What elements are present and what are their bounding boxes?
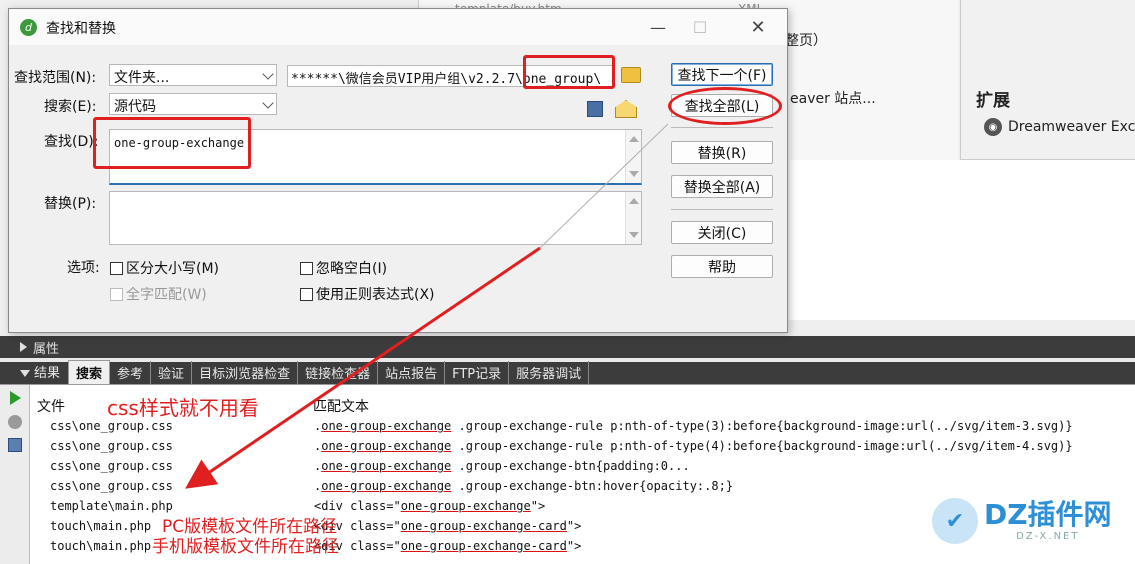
column-header-file[interactable]: 文件 [37,396,65,416]
result-row-match[interactable]: .one-group-exchange .group-exchange-rule… [314,439,1073,453]
browse-folder-icon[interactable] [621,67,641,83]
load-query-icon[interactable] [615,100,637,118]
result-row-file[interactable]: template\main.php [50,499,173,513]
dialog-title: 查找和替换 [46,21,116,37]
collapse-triangle-icon[interactable] [20,370,30,377]
result-row-match[interactable]: .one-group-exchange .group-exchange-rule… [314,419,1073,433]
results-panel-bar: 结果 搜索 参考 验证 目标浏览器检查 链接检查器 站点报告 FTP记录 服务器… [0,360,1135,384]
background-partial-text: 整页） [785,33,827,49]
find-scrollbar[interactable] [625,130,641,183]
find-all-highlight-ellipse [668,87,782,125]
maximize-icon[interactable]: ☐ [683,15,717,39]
find-highlight-box [93,117,251,169]
site-watermark: ✔ DZ插件网 DZ-X.NET [932,498,1112,544]
replace-textarea[interactable] [109,191,642,245]
tab-site-reports[interactable]: 站点报告 [378,361,446,384]
scope-select-value: 文件夹... [114,70,170,86]
save-report-icon[interactable] [8,438,22,452]
find-label: 查找(D): [44,134,99,150]
search-type-label: 搜索(E): [44,99,97,115]
blank-area [790,160,1135,320]
tab-link-checker[interactable]: 链接检查器 [298,361,379,384]
checkbox-icon [300,261,313,275]
annotation-css-note: css样式就不用看 [107,396,259,420]
result-row-file[interactable]: touch\main.php [50,539,151,553]
help-button[interactable]: 帮助 [671,255,773,278]
result-row-match[interactable]: <div class="one-group-exchange-card"> [314,519,581,533]
chevron-down-icon [262,68,274,80]
result-row-file[interactable]: css\one_group.css [50,459,173,473]
match-case-checkbox[interactable]: 区分大小写(M) [110,258,219,278]
results-label: 结果 [34,366,61,381]
tab-search[interactable]: 搜索 [68,360,111,384]
scope-label: 查找范围(N): [14,70,97,86]
extension-item-label: Dreamweaver Exc [1008,119,1135,135]
extensions-title: 扩展 [976,91,1010,111]
scroll-down-icon [629,171,639,177]
close-button[interactable]: 关闭(C) [671,221,773,244]
tab-ftp-log[interactable]: FTP记录 [445,361,510,384]
scroll-up-icon [629,198,639,204]
scroll-down-icon [629,232,639,238]
save-query-icon[interactable] [587,101,603,117]
watermark-subtitle: DZ-X.NET [1016,530,1080,542]
column-header-match[interactable]: 匹配文本 [313,396,369,416]
properties-label: 属性 [33,341,60,357]
button-divider [671,127,773,128]
button-divider [671,209,773,210]
result-row-match[interactable]: .one-group-exchange .group-exchange-btn{… [314,459,690,473]
scope-select[interactable]: 文件夹... [109,64,277,86]
tab-validation[interactable]: 验证 [151,361,193,384]
watermark-logo-icon: ✔ [932,498,978,544]
whole-word-checkbox: 全字匹配(W) [110,284,207,304]
result-row-match[interactable]: <div class="one-group-exchange"> [314,499,545,513]
regex-checkbox[interactable]: 使用正则表达式(X) [300,284,435,304]
expand-triangle-icon [20,342,27,352]
options-label: 选项: [67,260,100,276]
dialog-titlebar[interactable]: d 查找和替换 — ☐ ✕ [9,9,787,45]
result-row-file[interactable]: css\one_group.css [50,419,173,433]
result-row-file[interactable]: css\one_group.css [50,479,173,493]
tab-server-debug[interactable]: 服务器调试 [509,361,590,384]
close-icon[interactable]: ✕ [741,15,775,39]
replace-label: 替换(P): [44,196,97,212]
checkbox-icon [110,287,123,301]
replace-all-button[interactable]: 替换全部(A) [671,175,773,198]
result-row-match[interactable]: .one-group-exchange .group-exchange-btn:… [314,479,733,493]
result-row-file[interactable]: css\one_group.css [50,439,173,453]
folder-path-prefix: ******\微信会员VIP用户组\v2.2.7\ [291,72,523,87]
background-site-link[interactable]: eaver 站点... [790,88,876,108]
search-type-value: 源代码 [114,99,156,115]
run-search-icon[interactable] [10,391,21,405]
properties-panel-bar[interactable]: 属性 [0,336,1135,358]
search-type-select[interactable]: 源代码 [109,93,277,115]
extension-item[interactable]: ◉ Dreamweaver Exc [984,118,1135,136]
find-replace-dialog: d 查找和替换 — ☐ ✕ 查找范围(N): 文件夹... ******\微信会… [8,8,788,333]
result-row-file[interactable]: touch\main.php [50,519,151,533]
dreamweaver-exchange-icon: ◉ [984,118,1002,136]
minimize-icon[interactable]: — [641,15,675,39]
scroll-up-icon [629,136,639,142]
annotation-mobile-path: 手机版模板文件所在路径 [152,537,339,557]
path-highlight-box [523,55,615,89]
chevron-down-icon [262,97,274,109]
find-next-button[interactable]: 查找下一个(F) [671,63,773,86]
results-toolbar [0,385,30,564]
checkbox-icon [300,287,313,301]
result-row-match[interactable]: <div class="one-group-exchange-card"> [314,539,581,553]
checkbox-icon [110,261,123,275]
replace-button[interactable]: 替换(R) [671,141,773,164]
watermark-title: DZ插件网 [984,497,1112,531]
tab-browser-check[interactable]: 目标浏览器检查 [192,361,299,384]
extensions-panel [960,0,1135,160]
tab-reference[interactable]: 参考 [110,361,152,384]
ignore-whitespace-checkbox[interactable]: 忽略空白(I) [300,258,387,278]
replace-scrollbar[interactable] [625,192,641,244]
stop-icon[interactable] [8,415,22,429]
dreamweaver-app-icon: d [20,19,37,36]
